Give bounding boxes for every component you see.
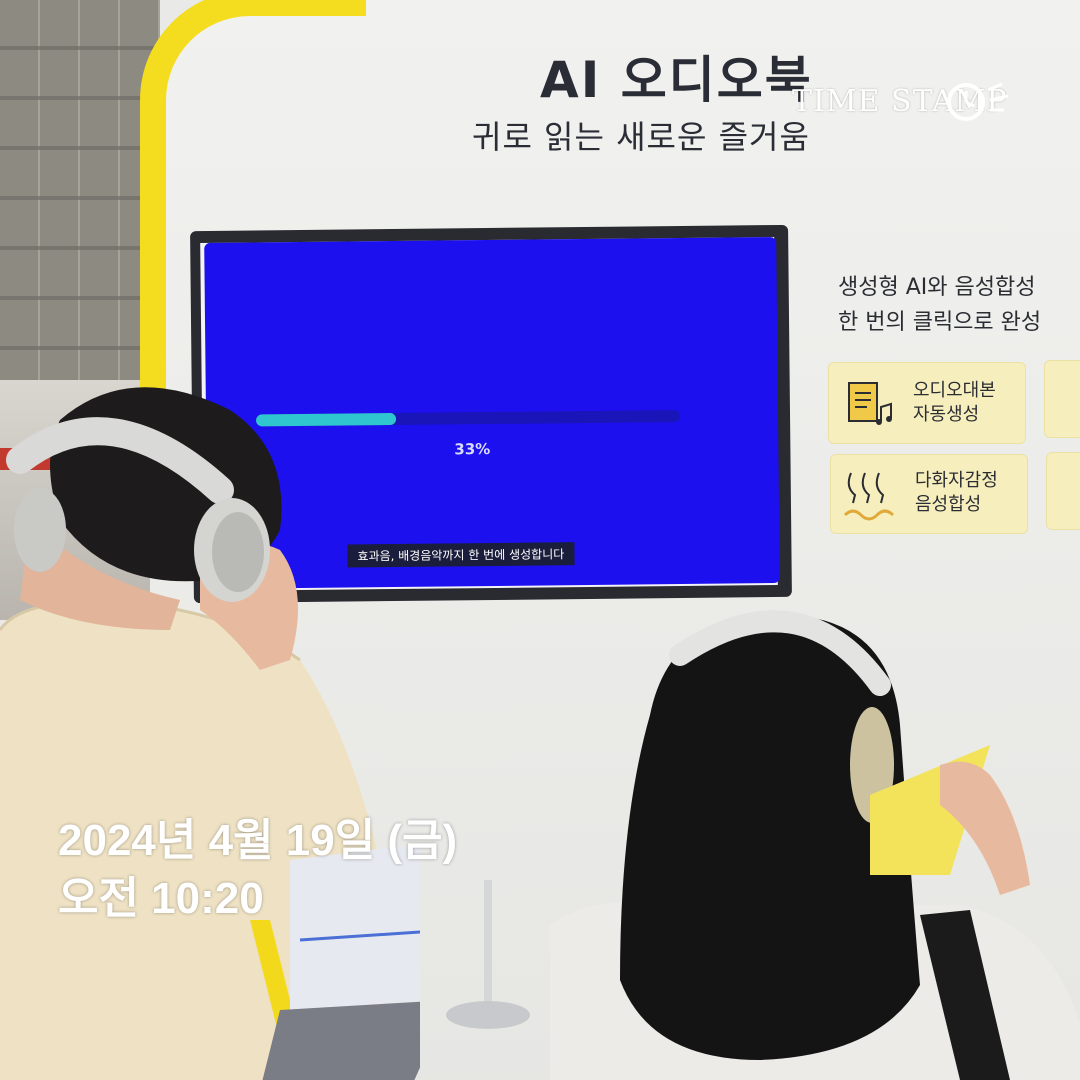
- time-text: 오전 10:20: [58, 874, 264, 924]
- booth-title: AI 오디오북: [540, 51, 813, 109]
- booth-subtitle: 귀로 읽는 새로운 즐거움: [472, 118, 810, 156]
- feature-headline-line-2: 한 번의 클릭으로 완성: [838, 310, 1042, 336]
- ceiling-grid: [0, 0, 160, 400]
- date-overlay: 2024년 4월 19일 (금) 오전 10:20: [58, 812, 457, 928]
- date-text: 2024년 4월 19일 (금): [58, 816, 458, 865]
- feature-card-partial: [1046, 452, 1080, 530]
- clock-icon: [947, 82, 1009, 121]
- feature-card-script: 오디오대본 자동생성: [828, 362, 1026, 444]
- feature-headline-line-1: 생성형 AI와 음성합성: [838, 275, 1036, 300]
- feature-card-label: 오디오대본 자동생성: [913, 380, 996, 426]
- visitor-man-with-headphones: [0, 387, 420, 1080]
- photo-scene: AI 오디오북 귀로 읽는 새로운 즐거움 TIME STAMP 33% 효과음…: [0, 0, 1080, 1080]
- visitor-woman-with-headphones: [550, 610, 1080, 1080]
- faces-voice-icon: [843, 472, 895, 521]
- feature-headline: 생성형 AI와 음성합성 한 번의 클릭으로 완성: [838, 270, 1041, 340]
- feature-card-partial: [1044, 360, 1080, 438]
- feature-card-voice: 다화자감정 음성합성: [830, 454, 1028, 534]
- progress-percent-label: 33%: [454, 440, 491, 459]
- feature-card-label: 다화자감정 음성합성: [915, 470, 998, 516]
- script-music-icon: [848, 382, 892, 425]
